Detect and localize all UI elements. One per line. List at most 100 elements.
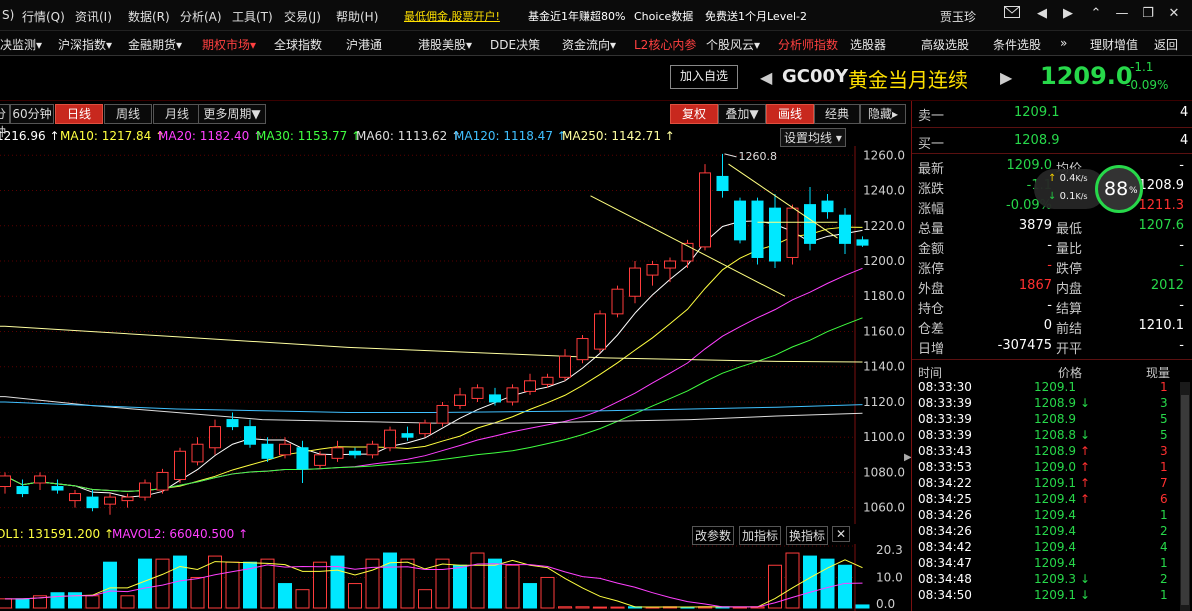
add-indicator-button[interactable]: 加指标 [739, 526, 782, 545]
minimize-icon[interactable]: — [1114, 6, 1130, 22]
candle-body [296, 447, 309, 470]
promo-link-choice[interactable]: Choice数据 [634, 8, 693, 24]
back-icon[interactable]: ◀ [1034, 6, 1050, 22]
close-icon[interactable]: ✕ [1166, 6, 1182, 22]
volume-bar [558, 606, 572, 609]
tick-time: 08:33:30 [918, 380, 972, 394]
nav-item-global[interactable]: 全球指数 [274, 36, 322, 53]
tick-price: 1209.3 [1034, 572, 1076, 586]
promo-link-fund[interactable]: 基金近1年赚超80% [528, 8, 625, 24]
ticks-header-price: 价格 [1058, 366, 1083, 380]
period-60min-button[interactable]: 60分钟 [10, 104, 54, 124]
nav-item-wealth[interactable]: 理财增值 [1090, 36, 1138, 53]
quote-value: - [1179, 158, 1184, 173]
quote-value: 1867 [1018, 278, 1052, 293]
candle-body [839, 214, 851, 244]
nav-item-analyst[interactable]: 分析师指数 [778, 36, 838, 53]
volume-bar [120, 595, 135, 609]
collapse-icon[interactable]: ⌃ [1088, 6, 1104, 22]
quote-label: 量比 [1056, 242, 1083, 257]
tick-time: 08:34:26 [918, 508, 972, 522]
memory-gauge[interactable]: 88 % [1095, 165, 1143, 213]
tick-arrow: ↓ [1080, 588, 1091, 602]
menu-item-quotes[interactable]: 行情(Q) [22, 8, 65, 25]
nav-item-stock[interactable]: 个股风云▾ [706, 36, 760, 53]
nav-item-hk-connect[interactable]: 沪港通 [346, 36, 382, 53]
nav-item-l2[interactable]: L2核心内参 [634, 36, 696, 53]
period-minute-button[interactable]: 分钟 [0, 104, 10, 139]
menu-item-news[interactable]: 资讯(I) [75, 8, 112, 25]
adjust-button[interactable]: 复权 [670, 104, 718, 124]
switch-indicator-button[interactable]: 换指标 [786, 526, 829, 545]
candlestick-chart[interactable]: 1260.0 1240.0 1220.0 1200.0 1180.0 1160.0 1140… [0, 146, 910, 524]
period-daily-button[interactable]: 日线 [55, 104, 103, 124]
nav-item-condition[interactable]: 条件选股 [993, 36, 1041, 53]
user-name[interactable]: 贾玉珍 [940, 8, 976, 25]
mail-icon[interactable] [1004, 6, 1020, 22]
ticks-scrollbar-thumb[interactable] [1181, 395, 1189, 605]
promo-link-level2[interactable]: 免费送1个月Level-2 [705, 8, 807, 24]
nav-item-flow[interactable]: 资金流向▾ [562, 36, 616, 53]
volume-chart[interactable]: 20.3 10.0 0.0 [0, 544, 910, 611]
candle [611, 285, 624, 318]
candle-body [734, 200, 746, 241]
nav-item-back[interactable]: 返回 [1154, 36, 1178, 53]
next-symbol-icon[interactable]: ▶ [1000, 68, 1012, 87]
draw-line-button[interactable]: 画线 [766, 104, 814, 124]
nav-item-dde[interactable]: DDE决策 [490, 36, 540, 53]
tick-price: 1209.4 [1034, 556, 1076, 570]
candle [419, 419, 431, 438]
nav-item-hk-us[interactable]: 港股美股▾ [418, 36, 472, 53]
volume-bar [365, 558, 380, 609]
candle [0, 472, 11, 494]
menu-item-analysis[interactable]: 分析(A) [180, 8, 222, 25]
edit-params-button[interactable]: 改参数 [692, 526, 735, 545]
nav-item-options[interactable]: 期权市场▾ [202, 36, 256, 53]
candle-body [401, 433, 414, 438]
nav-item-monitor[interactable]: 决监测▾ [0, 36, 42, 53]
last-price: 1209.0 [1040, 62, 1133, 90]
overlay-dropdown[interactable]: 叠加▼ [718, 104, 766, 124]
candle-body [174, 450, 186, 480]
quote-label: 开平 [1056, 342, 1083, 357]
period-weekly-button[interactable]: 周线 [104, 104, 152, 124]
ma-settings-dropdown[interactable]: 设置均线 ▾ [780, 128, 846, 147]
nav-item-futures[interactable]: 金融期货▾ [128, 36, 182, 53]
promo-link-account[interactable]: 最低佣金,股票开户! [404, 8, 500, 24]
candle-body [524, 380, 536, 392]
hide-button[interactable]: 隐藏▸ [860, 104, 906, 124]
period-monthly-button[interactable]: 月线 [153, 104, 201, 124]
candle-body [804, 204, 816, 244]
add-watchlist-button[interactable]: 加入自选 [670, 65, 738, 89]
restore-icon[interactable]: ❐ [1140, 6, 1156, 22]
tick-price: 1208.8 [1034, 428, 1076, 442]
forward-icon[interactable]: ▶ [1060, 6, 1076, 22]
classic-button[interactable]: 经典 [814, 104, 860, 124]
menu-item-help[interactable]: 帮助(H) [336, 8, 378, 25]
nav-item-screener[interactable]: 选股器 [850, 36, 886, 53]
volume-bar [190, 576, 205, 609]
candle-body [261, 443, 274, 459]
candle-body [454, 394, 466, 406]
close-indicator-icon[interactable]: ✕ [832, 526, 851, 542]
prev-symbol-icon[interactable]: ◀ [760, 68, 772, 87]
nav-item-more[interactable]: » [1060, 36, 1067, 50]
volume-bar [453, 564, 467, 609]
price-tick-label: 1120.0 [863, 395, 905, 409]
nav-item-index[interactable]: 沪深指数▾ [58, 36, 112, 53]
tick-arrow: ↑ [1080, 460, 1091, 474]
candle [436, 401, 449, 427]
menu-item-tools[interactable]: 工具(T) [232, 8, 273, 25]
tick-time: 08:34:50 [918, 588, 972, 602]
menu-item-trade[interactable]: 交易(J) [284, 8, 321, 25]
ma-legend-ma250: MA250: 1142.71 ↑ [562, 129, 675, 143]
menu-item-data[interactable]: 数据(R) [128, 8, 170, 25]
menu-item-s[interactable]: S) [2, 8, 14, 22]
price-tick-label: 1160.0 [863, 324, 905, 338]
candle-body [646, 264, 659, 276]
more-periods-dropdown[interactable]: 更多周期▼ [198, 104, 266, 124]
candle [734, 197, 746, 244]
vol-tick-label: 0.0 [876, 597, 895, 611]
candle [576, 335, 589, 364]
nav-item-advanced[interactable]: 高级选股 [921, 36, 969, 53]
